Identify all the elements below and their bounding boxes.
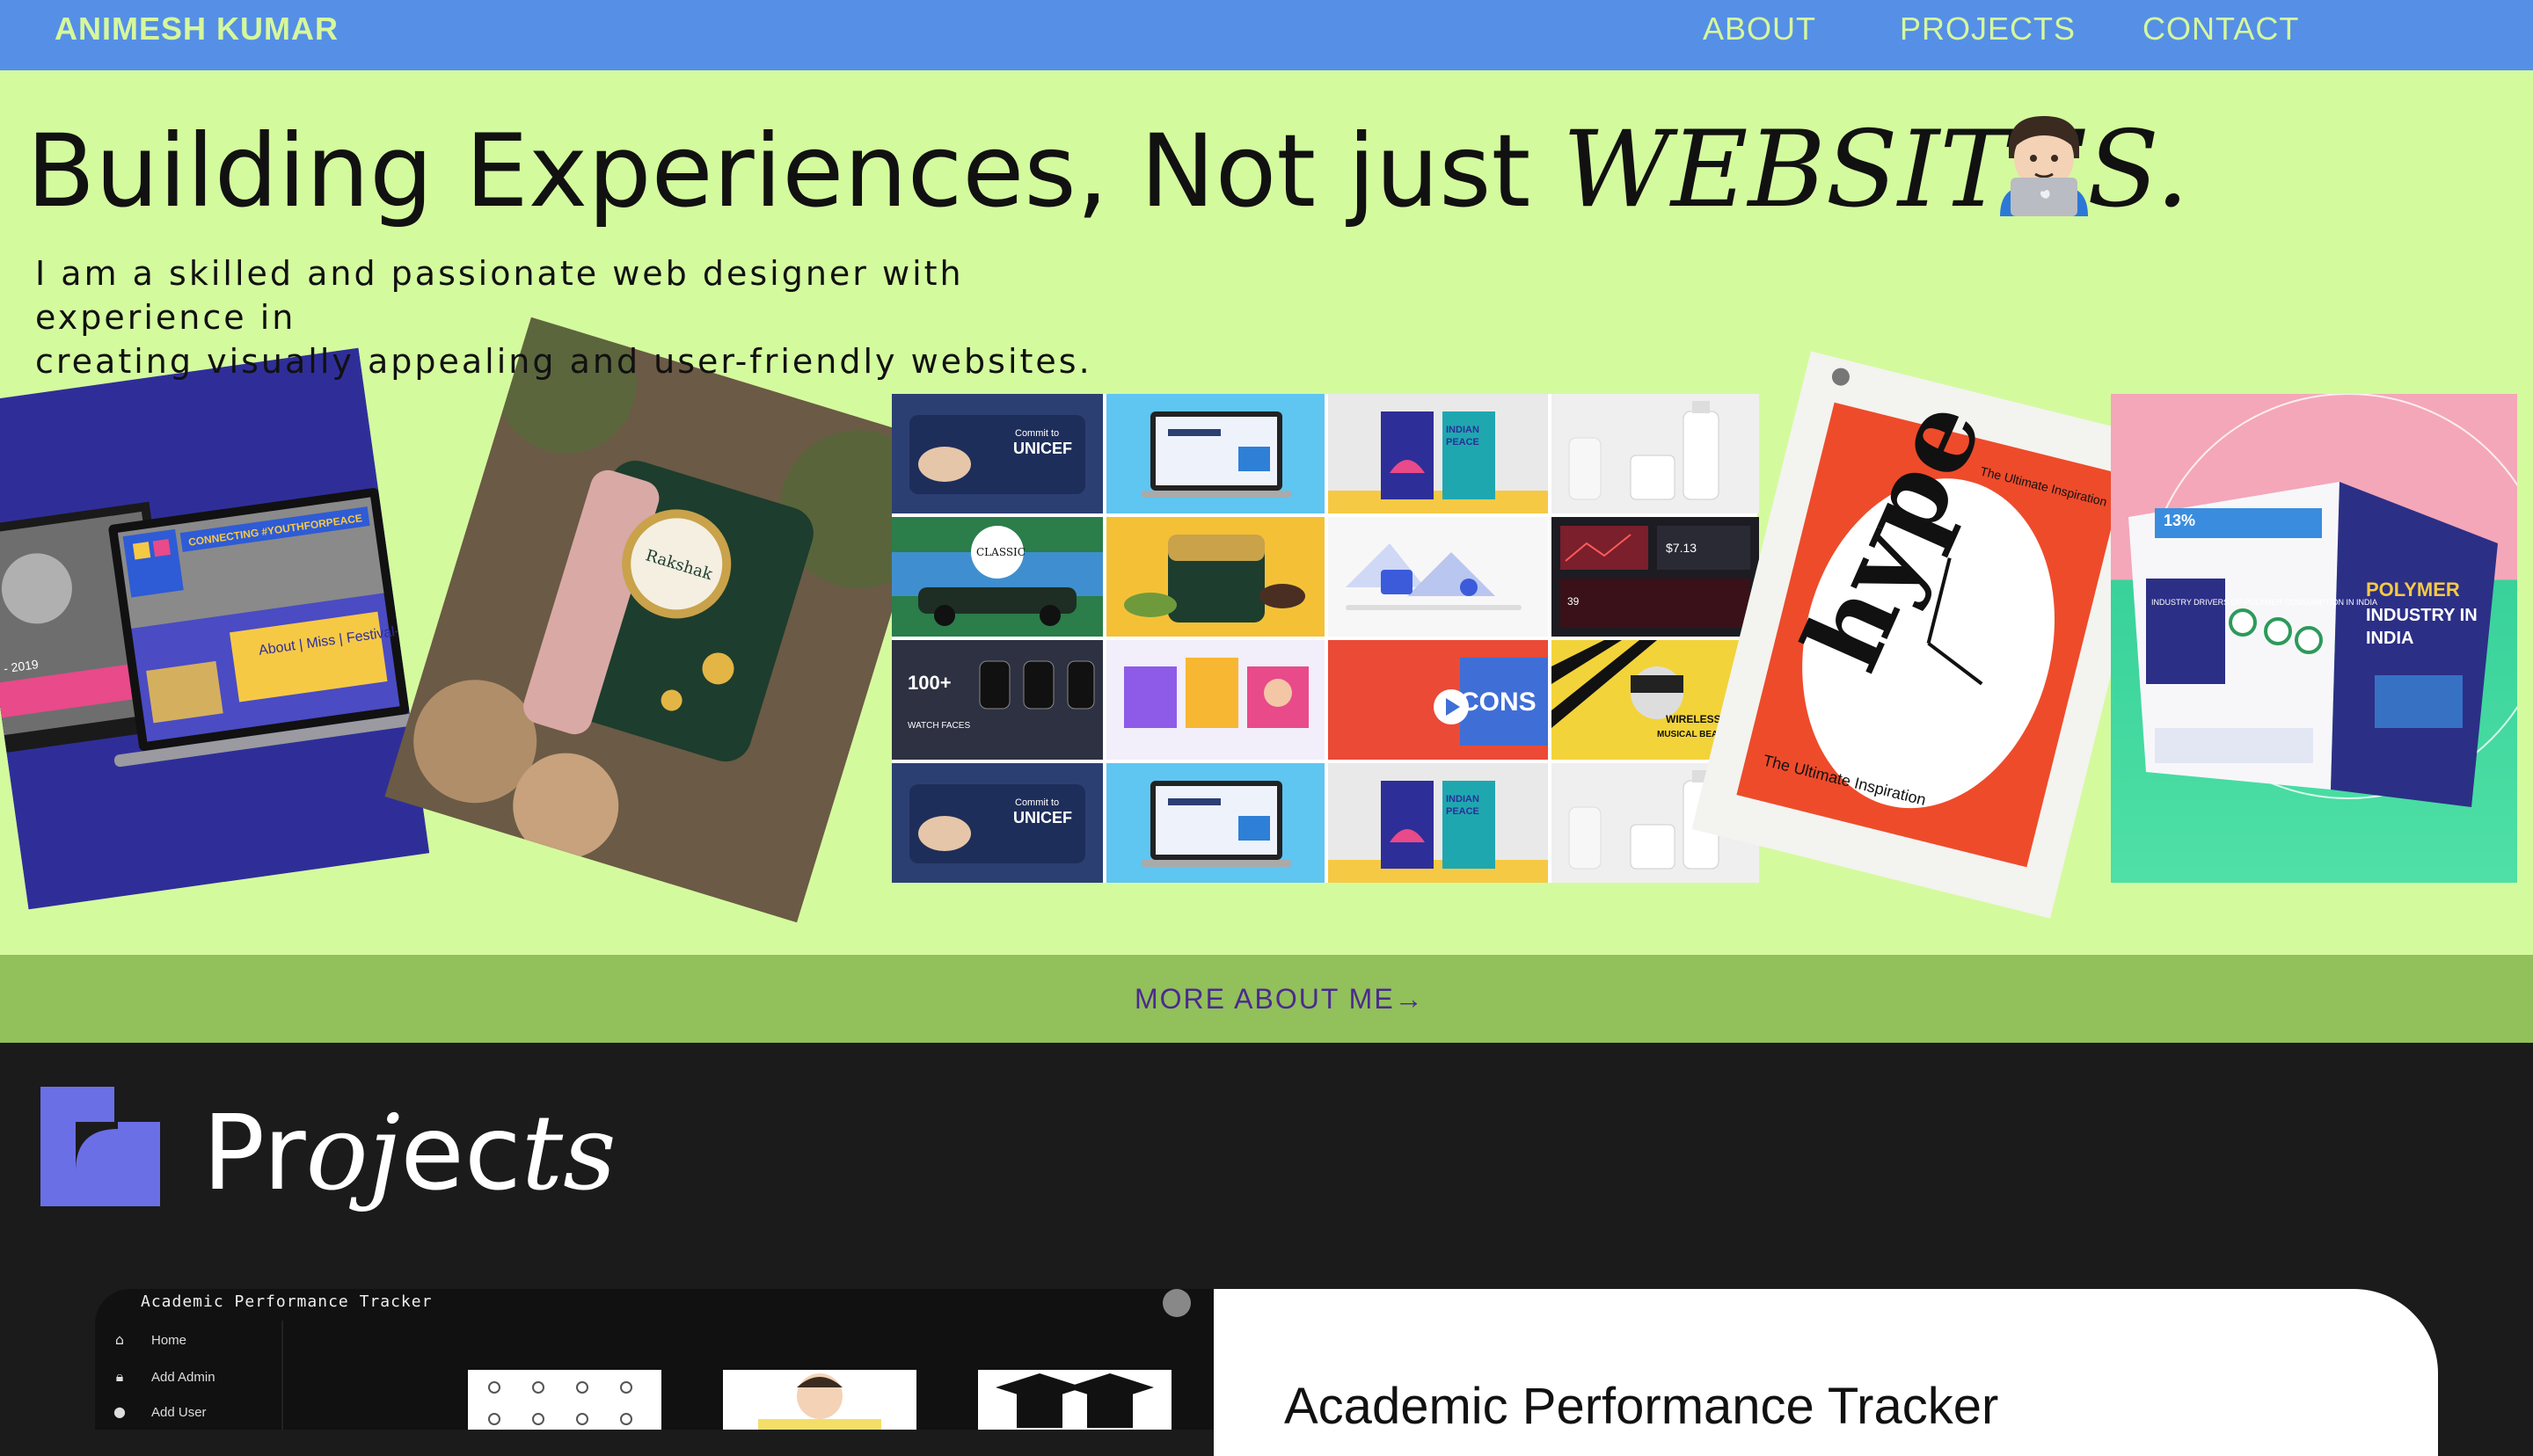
thumb-watch-faces[interactable]: 100+ WATCH FACES xyxy=(892,640,1103,760)
svg-text:PEACE: PEACE xyxy=(1446,806,1479,817)
thumb-laptop-website-2[interactable] xyxy=(1106,763,1325,883)
people-network-thumbnail xyxy=(468,1370,661,1430)
svg-text:INDIAN: INDIAN xyxy=(1446,794,1479,804)
hero-headline-accent: WEBSITES. xyxy=(1562,109,2189,231)
projects-heading-part: ts xyxy=(521,1092,617,1213)
thumb-illustration[interactable] xyxy=(1328,517,1548,637)
svg-text:WATCH FACES: WATCH FACES xyxy=(908,721,970,731)
brochure-stat: 13% xyxy=(2164,512,2195,529)
svg-text:INDIAN: INDIAN xyxy=(1446,425,1479,435)
svg-text:39: 39 xyxy=(1567,595,1580,608)
project-card[interactable]: Academic Performance Tracker ⌂ Home 🔒︎ A… xyxy=(95,1289,2438,1456)
nav-link-projects[interactable]: PROJECTS xyxy=(1900,11,2076,47)
thumb-classic-car[interactable]: CLASSIC xyxy=(892,517,1103,637)
hype-poster-graphic: hype The Ultimate Inspiration The Ultima… xyxy=(1691,351,2170,919)
portfolio-thumbnail-grid: Commit to UNICEF INDIAN PEACE CLASSIC $7… xyxy=(892,394,1759,883)
home-icon: ⌂ xyxy=(114,1331,125,1348)
svg-text:Commit to: Commit to xyxy=(1015,797,1059,808)
hero-headline: Building Experiences, Not just WEBSITES. xyxy=(26,109,2189,231)
thumb-festival-poster-2[interactable]: INDIAN PEACE xyxy=(1328,763,1548,883)
projects-heading: Projects xyxy=(202,1092,617,1213)
svg-text:WIRELESS: WIRELESS xyxy=(1666,713,1721,725)
project-screenshot: Academic Performance Tracker ⌂ Home 🔒︎ A… xyxy=(95,1289,1214,1430)
app-window-title: Academic Performance Tracker xyxy=(141,1292,433,1311)
top-navbar: ANIMESH KUMAR ABOUT PROJECTS CONTACT xyxy=(0,0,2533,70)
projects-logo-icon xyxy=(40,1087,160,1206)
thumb-cosmetics[interactable] xyxy=(1551,394,1759,513)
nav-link-contact[interactable]: CONTACT xyxy=(2142,11,2299,47)
thumb-laptop-website[interactable] xyxy=(1106,394,1325,513)
brand-name[interactable]: ANIMESH KUMAR xyxy=(55,11,339,47)
thumb-unicef-2[interactable]: Commit to UNICEF xyxy=(892,763,1103,883)
lock-icon: 🔒︎ xyxy=(115,1368,124,1385)
nav-link-about[interactable]: ABOUT xyxy=(1703,11,1816,47)
thumb-social-posts[interactable] xyxy=(1106,640,1325,760)
projects-heading-part: j xyxy=(368,1092,401,1213)
thumb-cons-brand[interactable]: CONS xyxy=(1328,640,1548,760)
svg-text:CONS: CONS xyxy=(1460,688,1537,717)
technologist-laptop-icon xyxy=(1995,113,2093,216)
gallery-image-polymer-brochure: 13% INDUSTRY DRIVERS OF POLYMER CONSUMPT… xyxy=(2111,394,2517,883)
brochure-title-2: INDUSTRY IN xyxy=(2366,606,2478,625)
brochure-graphic: 13% INDUSTRY DRIVERS OF POLYMER CONSUMPT… xyxy=(2128,394,2517,807)
svg-text:Commit to: Commit to xyxy=(1015,428,1059,439)
sidebar-item-home[interactable]: Home xyxy=(151,1333,186,1348)
sidebar-item-add-user[interactable]: Add User xyxy=(151,1405,207,1420)
thumb-tea-packaging[interactable] xyxy=(1106,517,1325,637)
svg-text:UNICEF: UNICEF xyxy=(1013,809,1072,826)
hero-intro-line-1: I am a skilled and passionate web design… xyxy=(35,254,964,337)
thumb-unicef[interactable]: Commit to UNICEF xyxy=(892,394,1103,513)
more-about-me-link[interactable]: MORE ABOUT ME→ xyxy=(1135,983,1425,1016)
tea-tin-graphic: Rakshak xyxy=(384,317,944,923)
project-title: Academic Performance Tracker xyxy=(1284,1378,1999,1435)
user-icon: ● xyxy=(113,1403,126,1420)
hero-intro-line-2: creating visually appealing and user-fri… xyxy=(35,342,1092,381)
projects-heading-part: ec xyxy=(400,1092,522,1213)
app-sidebar: ⌂ Home 🔒︎ Add Admin ● Add User xyxy=(95,1321,283,1430)
brochure-sub: INDUSTRY DRIVERS OF POLYMER CONSUMPTION … xyxy=(2151,598,2377,607)
more-about-bar: MORE ABOUT ME→ xyxy=(0,955,2533,1043)
thumb-festival-poster[interactable]: INDIAN PEACE xyxy=(1328,394,1548,513)
brochure-title-3: INDIA xyxy=(2366,629,2413,648)
project-info-panel: Academic Performance Tracker xyxy=(1214,1289,2438,1456)
gallery-image-laptop-mockup: CONNECTING #YOUTHFORPEACE About | Miss |… xyxy=(0,347,430,910)
svg-text:CLASSIC: CLASSIC xyxy=(976,546,1026,558)
projects-heading-part: Pr xyxy=(202,1092,306,1213)
svg-text:100+: 100+ xyxy=(908,672,952,694)
thumb-dashboard[interactable]: $7.13 39 xyxy=(1551,517,1759,637)
student-illustration-thumbnail xyxy=(723,1370,916,1430)
hero-section: CONNECTING #YOUTHFORPEACE About | Miss |… xyxy=(0,70,2533,955)
avatar xyxy=(1163,1289,1191,1317)
svg-text:PEACE: PEACE xyxy=(1446,437,1479,448)
projects-heading-part: o xyxy=(305,1092,369,1213)
gallery-image-tea-tin: Rakshak xyxy=(384,317,944,923)
gallery-image-hype-poster: hype The Ultimate Inspiration The Ultima… xyxy=(1691,351,2170,919)
svg-text:$7.13: $7.13 xyxy=(1666,541,1697,555)
hero-intro: I am a skilled and passionate web design… xyxy=(35,251,1161,383)
more-about-me-label: MORE ABOUT ME xyxy=(1135,983,1395,1015)
svg-text:UNICEF: UNICEF xyxy=(1013,440,1072,457)
arrow-right-icon: → xyxy=(1394,983,1425,1015)
graduation-caps-thumbnail xyxy=(978,1370,1172,1430)
brochure-title-1: POLYMER xyxy=(2366,579,2460,601)
hero-headline-main: Building Experiences, Not just xyxy=(26,113,1563,229)
laptop-mockup-graphic: CONNECTING #YOUTHFORPEACE About | Miss |… xyxy=(0,347,429,910)
sidebar-item-add-admin[interactable]: Add Admin xyxy=(151,1370,215,1385)
